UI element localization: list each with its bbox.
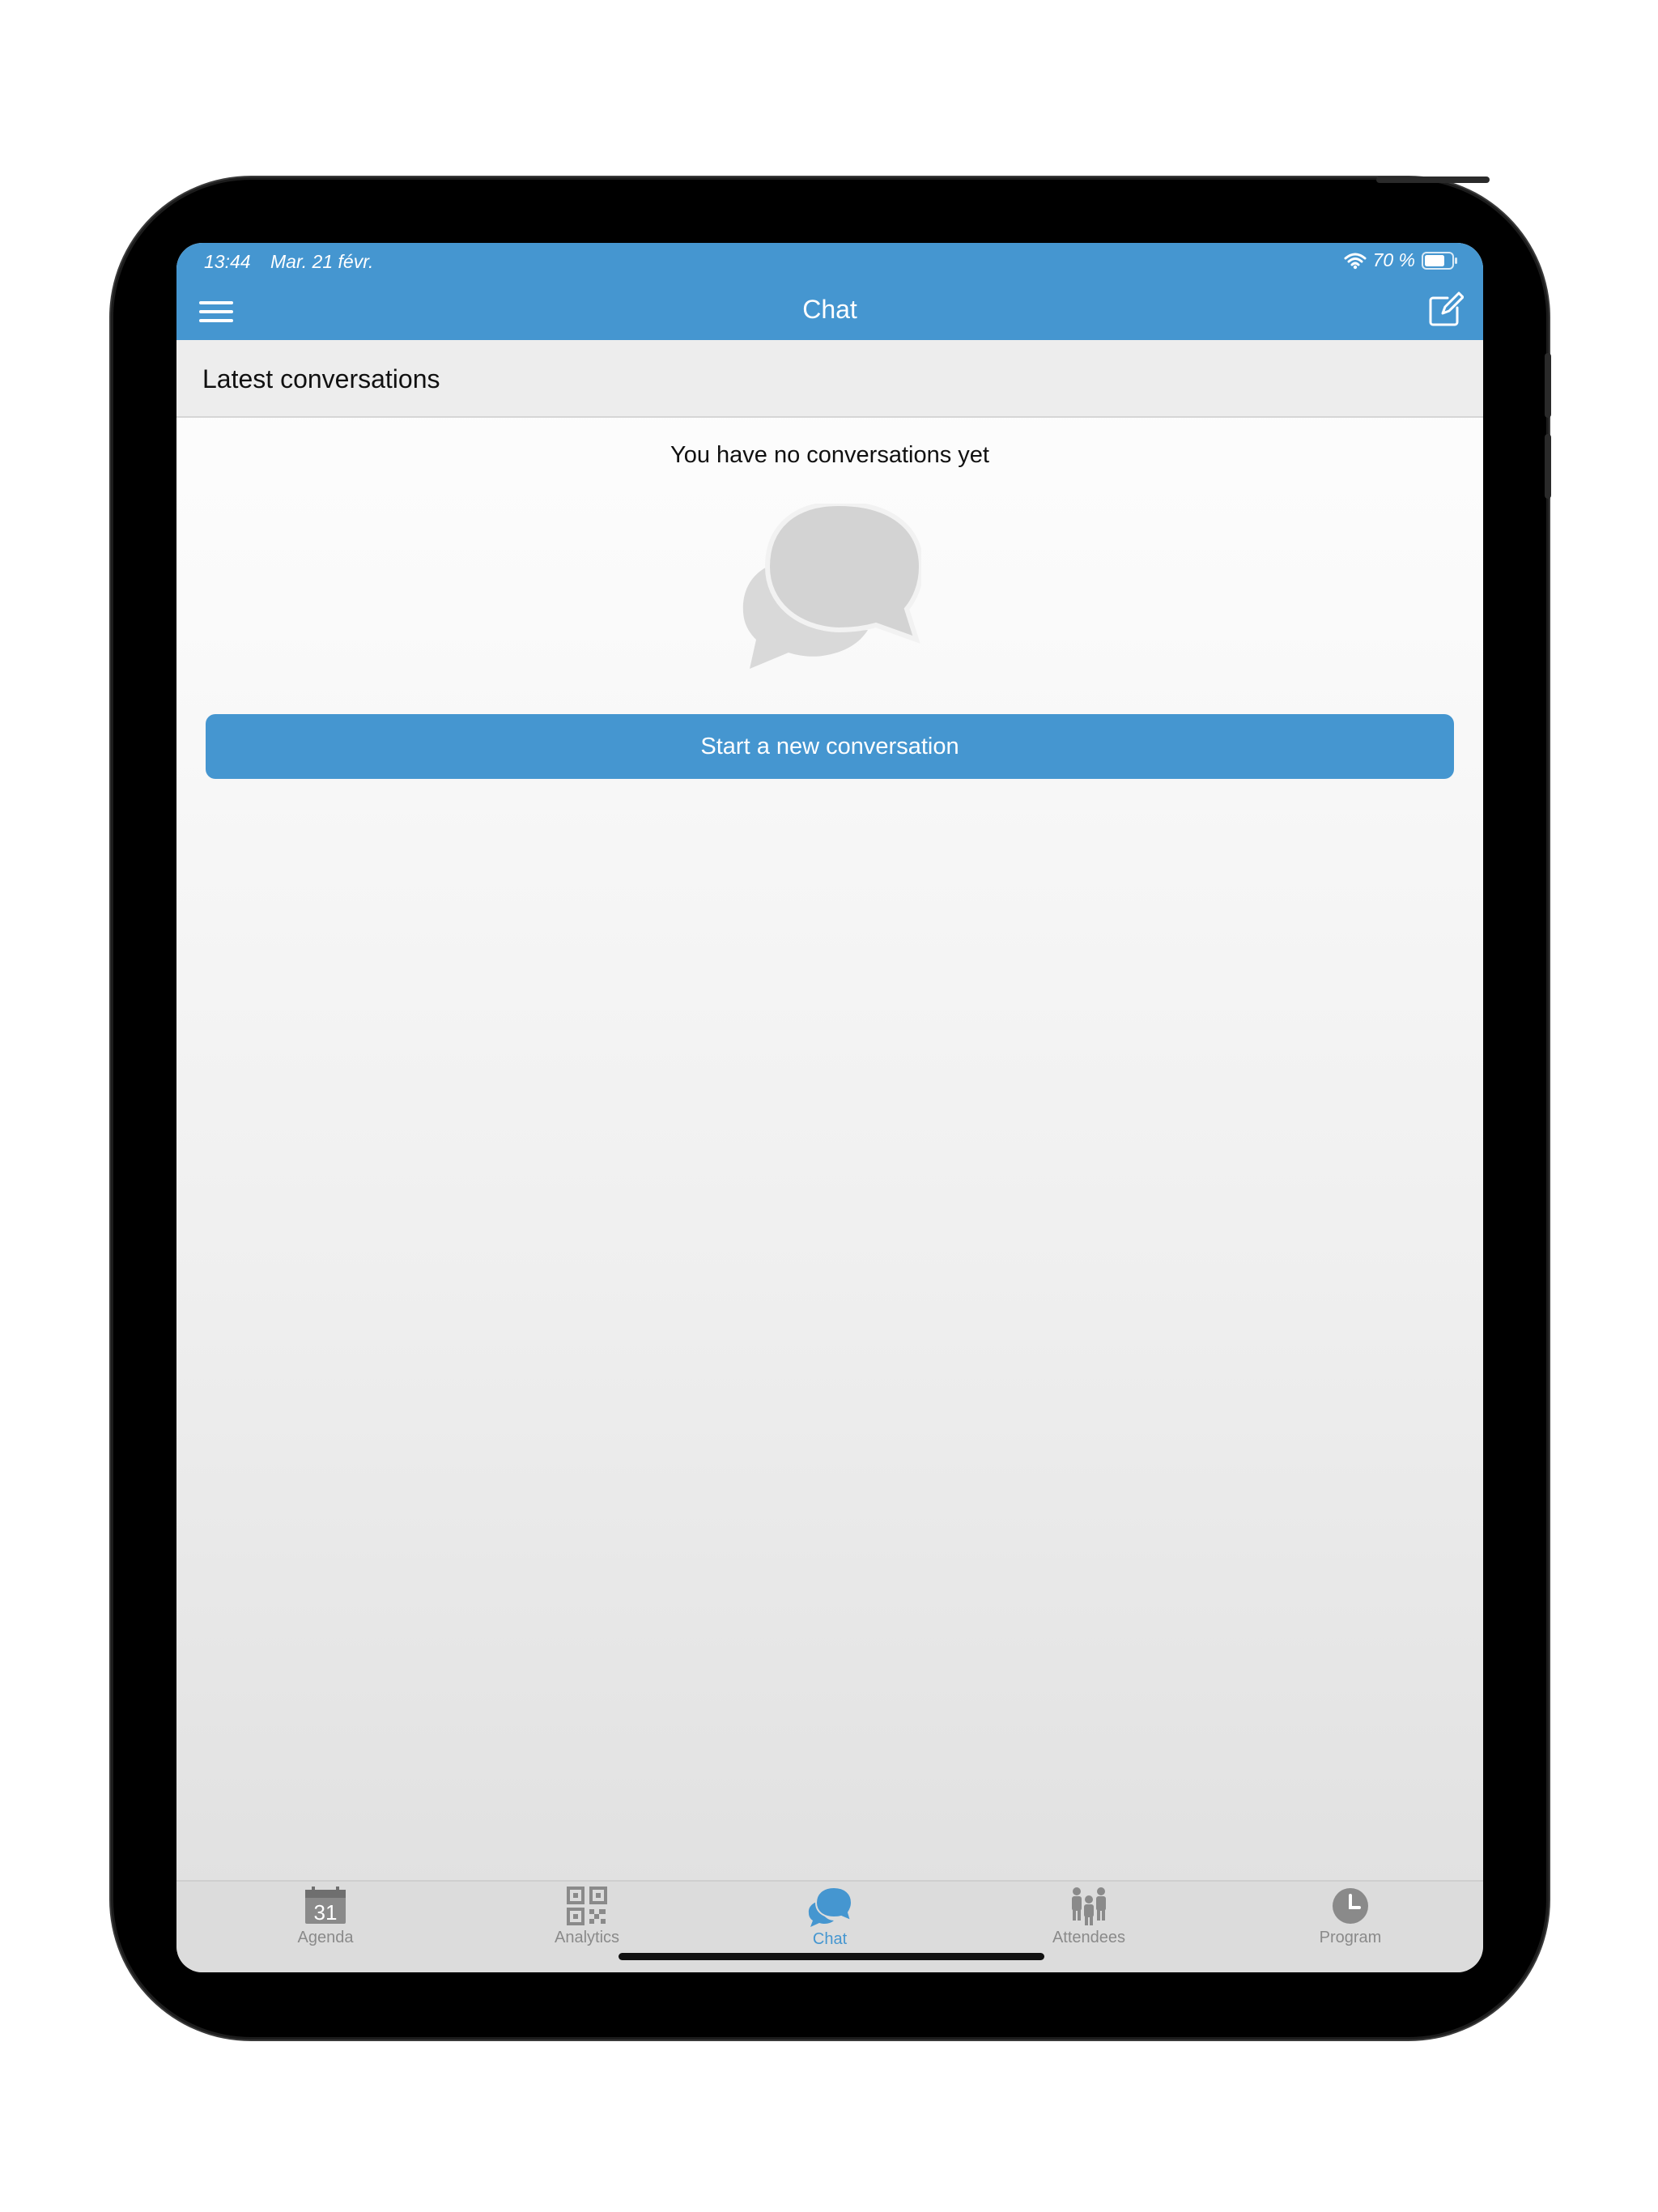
people-icon bbox=[1072, 1887, 1106, 1925]
tab-label-chat: Chat bbox=[812, 1930, 848, 1948]
battery-icon bbox=[1422, 251, 1457, 270]
battery-percent: 70 % bbox=[1372, 249, 1415, 270]
status-time: 13:44 bbox=[204, 251, 251, 272]
device-power-button bbox=[1376, 177, 1490, 183]
compose-icon[interactable] bbox=[1426, 291, 1464, 329]
tab-agenda[interactable]: 31 Agenda bbox=[244, 1887, 406, 1967]
page-title: Chat bbox=[802, 295, 857, 324]
status-indicators: 70 % bbox=[1344, 249, 1459, 271]
status-bar: 13:44 Mar. 21 févr. 70 % bbox=[176, 243, 1483, 283]
qr-code-icon bbox=[567, 1887, 607, 1925]
clock-icon bbox=[1333, 1888, 1368, 1924]
screen: 13:44 Mar. 21 févr. 70 % Chat Latest con… bbox=[176, 243, 1483, 1972]
calendar-icon: 31 bbox=[305, 1887, 346, 1925]
latest-conversations-header: Latest conversations bbox=[176, 340, 1483, 418]
home-indicator[interactable] bbox=[619, 1953, 1044, 1960]
tab-label-analytics: Analytics bbox=[554, 1929, 620, 1946]
status-date: Mar. 21 févr. bbox=[270, 251, 374, 272]
section-title: Latest conversations bbox=[202, 364, 440, 393]
tab-label-program: Program bbox=[1319, 1929, 1382, 1946]
calendar-day: 31 bbox=[314, 1900, 338, 1925]
chat-bubbles-icon bbox=[742, 504, 921, 669]
device-volume-up bbox=[1545, 353, 1551, 418]
tab-label-attendees: Attendees bbox=[1052, 1929, 1126, 1946]
wifi-icon bbox=[1344, 253, 1367, 269]
chat-icon bbox=[808, 1887, 852, 1927]
start-conversation-button[interactable]: Start a new conversation bbox=[206, 714, 1454, 779]
empty-state-message: You have no conversations yet bbox=[670, 442, 989, 468]
device-volume-down bbox=[1545, 434, 1551, 499]
nav-bar: Chat bbox=[176, 283, 1483, 340]
tab-program[interactable]: Program bbox=[1269, 1887, 1431, 1967]
tab-label-agenda: Agenda bbox=[297, 1929, 354, 1946]
